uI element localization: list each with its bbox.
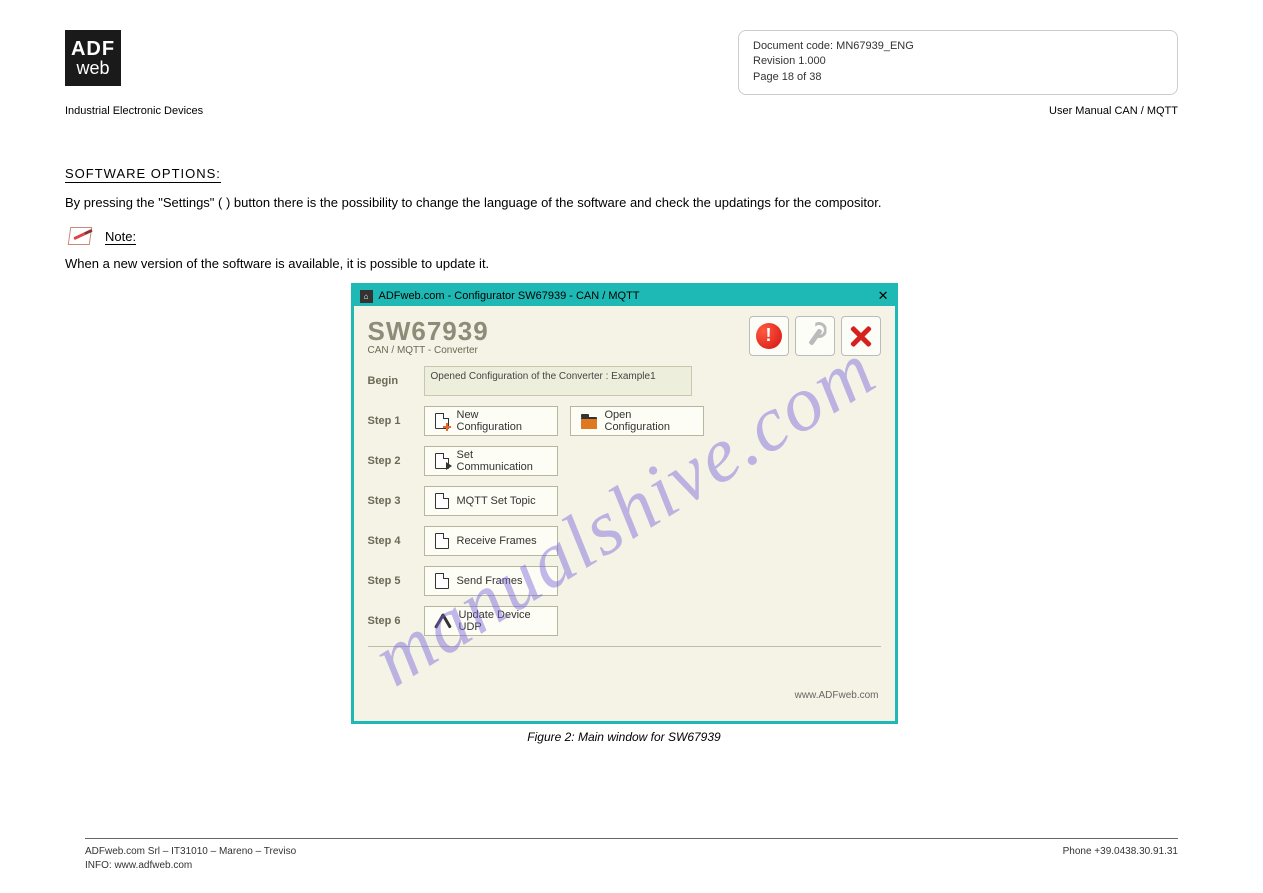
logo-line1: ADF: [71, 39, 115, 59]
section-heading: SOFTWARE OPTIONS:: [65, 166, 221, 183]
send-frames-button[interactable]: Send Frames: [424, 566, 558, 596]
app-icon: ⌂: [360, 290, 373, 303]
set-communication-button[interactable]: Set Communication: [424, 446, 558, 476]
update-device-udp-label: Update Device UDP: [459, 609, 547, 633]
file-arrow-icon: [435, 453, 449, 469]
note-label: Note:: [105, 229, 136, 245]
titlebar-text: ADFweb.com - Configurator SW67939 - CAN …: [379, 290, 640, 302]
note-text: When a new version of the software is av…: [65, 254, 1183, 274]
footer-left-1: ADFweb.com Srl – IT31010 – Mareno – Trev…: [85, 845, 296, 859]
app-subtitle: CAN / MQTT - Converter: [368, 345, 489, 356]
open-configuration-button[interactable]: Open Configuration: [570, 406, 704, 436]
settings-button[interactable]: [795, 316, 835, 356]
begin-label: Begin: [368, 375, 412, 387]
app-title: SW67939: [368, 316, 489, 347]
divider: [368, 646, 881, 647]
page-footer: ADFweb.com Srl – IT31010 – Mareno – Trev…: [85, 838, 1178, 873]
cross-icon: [849, 324, 873, 348]
info-icon: [756, 323, 782, 349]
file-icon: [435, 573, 449, 589]
logo: ADF web: [65, 30, 121, 86]
mqtt-set-topic-label: MQTT Set Topic: [457, 495, 536, 507]
reader-left: Industrial Electronic Devices: [65, 105, 203, 117]
footer-left-2: INFO: www.adfweb.com: [85, 859, 296, 873]
mqtt-set-topic-button[interactable]: MQTT Set Topic: [424, 486, 558, 516]
close-icon[interactable]: ✕: [878, 288, 889, 304]
new-file-icon: [435, 413, 449, 429]
step-6-label: Step 6: [368, 615, 412, 627]
open-configuration-label: Open Configuration: [605, 409, 693, 433]
note-icon: [65, 225, 95, 250]
body-text: By pressing the "Settings" ( ) button th…: [65, 193, 1183, 213]
update-device-udp-button[interactable]: Update Device UDP: [424, 606, 558, 636]
manual-title: User Manual CAN / MQTT: [1049, 105, 1178, 117]
application-window: ⌂ ADFweb.com - Configurator SW67939 - CA…: [351, 283, 898, 724]
step-4-label: Step 4: [368, 535, 412, 547]
wrench-icon: [803, 324, 827, 348]
logo-line2: web: [76, 59, 109, 77]
info-button[interactable]: [749, 316, 789, 356]
step-2-label: Step 2: [368, 455, 412, 467]
app-footer-url: www.ADFweb.com: [795, 690, 879, 701]
document-code: Document code: MN67939_ENG: [753, 39, 1163, 54]
set-communication-label: Set Communication: [457, 449, 547, 473]
file-icon: [435, 533, 449, 549]
new-configuration-button[interactable]: New Configuration: [424, 406, 558, 436]
folder-icon: [581, 417, 597, 429]
new-configuration-label: New Configuration: [457, 409, 547, 433]
close-button[interactable]: [841, 316, 881, 356]
step-5-label: Step 5: [368, 575, 412, 587]
page-number: Page 18 of 38: [753, 70, 1163, 85]
send-frames-label: Send Frames: [457, 575, 523, 587]
document-info-box: Document code: MN67939_ENG Revision 1.00…: [738, 30, 1178, 95]
step-1-label: Step 1: [368, 415, 412, 427]
begin-text: Opened Configuration of the Converter : …: [424, 366, 692, 396]
footer-right-1: Phone +39.0438.30.91.31: [1063, 845, 1178, 859]
revision: Revision 1.000: [753, 54, 1163, 69]
titlebar: ⌂ ADFweb.com - Configurator SW67939 - CA…: [354, 286, 895, 306]
receive-frames-label: Receive Frames: [457, 535, 537, 547]
step-3-label: Step 3: [368, 495, 412, 507]
file-icon: [435, 493, 449, 509]
receive-frames-button[interactable]: Receive Frames: [424, 526, 558, 556]
figure-caption: Figure 2: Main window for SW67939: [527, 730, 720, 744]
tools-icon: [435, 613, 451, 629]
